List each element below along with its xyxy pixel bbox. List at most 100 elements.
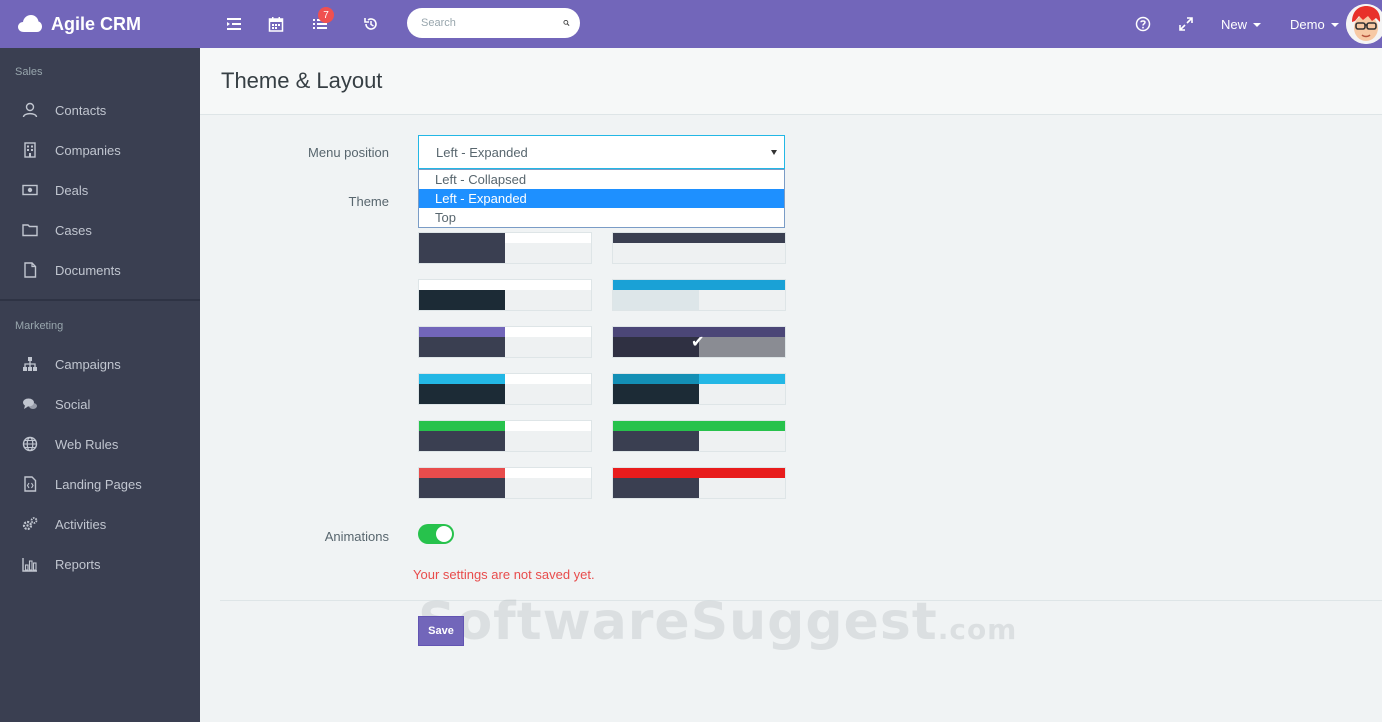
menu-position-value: Left - Expanded	[436, 144, 528, 160]
file-icon	[24, 262, 37, 278]
theme-swatch[interactable]	[612, 232, 786, 264]
top-navbar: Agile CRM 7 New Demo	[0, 0, 1382, 48]
animations-label: Animations	[324, 529, 389, 544]
new-menu[interactable]: New	[1221, 0, 1262, 48]
sidebar-item-label: Reports	[55, 556, 101, 572]
theme-swatch[interactable]: ✔	[612, 326, 786, 358]
user-menu[interactable]: Demo	[1290, 0, 1339, 48]
menu-option-left-collapsed[interactable]: Left - Collapsed	[419, 170, 784, 189]
help-icon[interactable]	[1131, 12, 1155, 36]
theme-label: Theme	[348, 194, 389, 209]
sidebar: Sales Contacts Companies Deals Cases Doc…	[0, 48, 200, 722]
watermark: SoftwareSuggest.com	[418, 592, 1017, 652]
sidebar-item-label: Social	[55, 396, 91, 412]
avatar[interactable]	[1346, 4, 1382, 44]
watermark-suffix: .com	[937, 613, 1018, 646]
swatch-aside-block	[419, 337, 505, 357]
swatch-aside-block	[419, 478, 505, 498]
swatch-brand-block	[419, 327, 505, 337]
theme-swatch[interactable]	[612, 373, 786, 405]
search-input[interactable]	[421, 17, 563, 29]
swatch-aside-block	[613, 431, 699, 451]
calendar-icon[interactable]	[264, 12, 288, 36]
swatch-brand-block	[613, 421, 699, 431]
sidebar-item-documents[interactable]: Documents	[0, 250, 200, 290]
sidebar-item-label: Campaigns	[55, 356, 121, 372]
swatch-brand-block	[419, 374, 505, 384]
brand-name: Agile CRM	[51, 13, 141, 34]
sidebar-section-marketing: Marketing	[15, 320, 64, 332]
comments-icon	[23, 398, 37, 409]
menu-toggle-icon[interactable]	[222, 12, 246, 36]
user-menu-label: Demo	[1290, 16, 1325, 32]
history-icon[interactable]	[359, 12, 383, 36]
sidebar-item-companies[interactable]: Companies	[0, 130, 200, 170]
theme-swatch[interactable]	[418, 279, 592, 311]
swatch-aside-block	[419, 290, 505, 310]
sidebar-item-reports[interactable]: Reports	[0, 544, 200, 584]
search-icon[interactable]	[563, 16, 570, 30]
sidebar-item-activities[interactable]: Activities	[0, 504, 200, 544]
save-button[interactable]: Save	[418, 616, 464, 646]
sidebar-item-social[interactable]: Social	[0, 384, 200, 424]
sidebar-item-web-rules[interactable]: Web Rules	[0, 424, 200, 464]
cloud-icon	[18, 15, 42, 32]
theme-swatch[interactable]	[612, 279, 786, 311]
swatch-aside-block	[613, 337, 699, 357]
fullscreen-icon[interactable]	[1174, 12, 1198, 36]
theme-swatch[interactable]	[612, 467, 786, 499]
bar-chart-icon	[22, 558, 37, 572]
menu-position-select[interactable]: Left - Expanded	[418, 135, 785, 169]
sitemap-icon	[23, 357, 37, 371]
swatch-aside-block	[419, 384, 505, 404]
swatch-content-block	[699, 337, 785, 357]
folder-icon	[22, 224, 38, 237]
sidebar-item-deals[interactable]: Deals	[0, 170, 200, 210]
theme-swatch[interactable]	[418, 373, 592, 405]
brand[interactable]: Agile CRM	[18, 0, 141, 48]
swatch-brand-block	[613, 327, 699, 337]
sidebar-item-label: Landing Pages	[55, 476, 142, 492]
new-menu-label: New	[1221, 16, 1248, 32]
menu-option-top[interactable]: Top	[419, 208, 784, 227]
sidebar-item-cases[interactable]: Cases	[0, 210, 200, 250]
theme-swatch[interactable]	[418, 420, 592, 452]
sidebar-section-sales: Sales	[15, 66, 43, 78]
sidebar-item-label: Deals	[55, 182, 89, 198]
sidebar-item-label: Web Rules	[55, 436, 119, 452]
globe-icon	[22, 436, 38, 452]
watermark-text: SoftwareSuggest	[418, 592, 938, 652]
sidebar-item-label: Documents	[55, 262, 121, 278]
search-box	[407, 8, 580, 38]
menu-position-label: Menu position	[308, 145, 389, 160]
building-icon	[24, 142, 36, 158]
theme-swatch[interactable]	[418, 326, 592, 358]
swatch-aside-block	[613, 243, 699, 263]
animations-toggle[interactable]	[418, 524, 454, 544]
theme-swatch[interactable]	[418, 232, 592, 264]
toggle-knob	[436, 526, 452, 542]
sidebar-item-campaigns[interactable]: Campaigns	[0, 344, 200, 384]
theme-swatch[interactable]	[612, 420, 786, 452]
file-code-icon	[24, 476, 37, 492]
swatch-brand-block	[419, 233, 505, 243]
sidebar-item-label: Contacts	[55, 102, 107, 118]
menu-option-left-expanded[interactable]: Left - Expanded	[419, 189, 784, 208]
check-icon: ✔	[691, 334, 705, 351]
swatch-brand-block	[613, 233, 699, 243]
swatch-aside-block	[419, 431, 505, 451]
sidebar-item-landing-pages[interactable]: Landing Pages	[0, 464, 200, 504]
page-header: Theme & Layout	[200, 48, 1382, 115]
swatch-brand-block	[419, 468, 505, 478]
swatch-brand-block	[613, 468, 699, 478]
swatch-aside-block	[613, 290, 699, 310]
swatch-aside-block	[613, 384, 699, 404]
caret-down-icon	[1330, 23, 1339, 27]
sidebar-item-label: Companies	[55, 142, 121, 158]
sidebar-item-label: Cases	[55, 222, 92, 238]
cogs-icon	[22, 517, 38, 531]
sidebar-item-contacts[interactable]: Contacts	[0, 90, 200, 130]
sidebar-divider	[0, 299, 200, 301]
theme-swatch[interactable]	[418, 467, 592, 499]
swatch-aside-block	[419, 243, 505, 263]
